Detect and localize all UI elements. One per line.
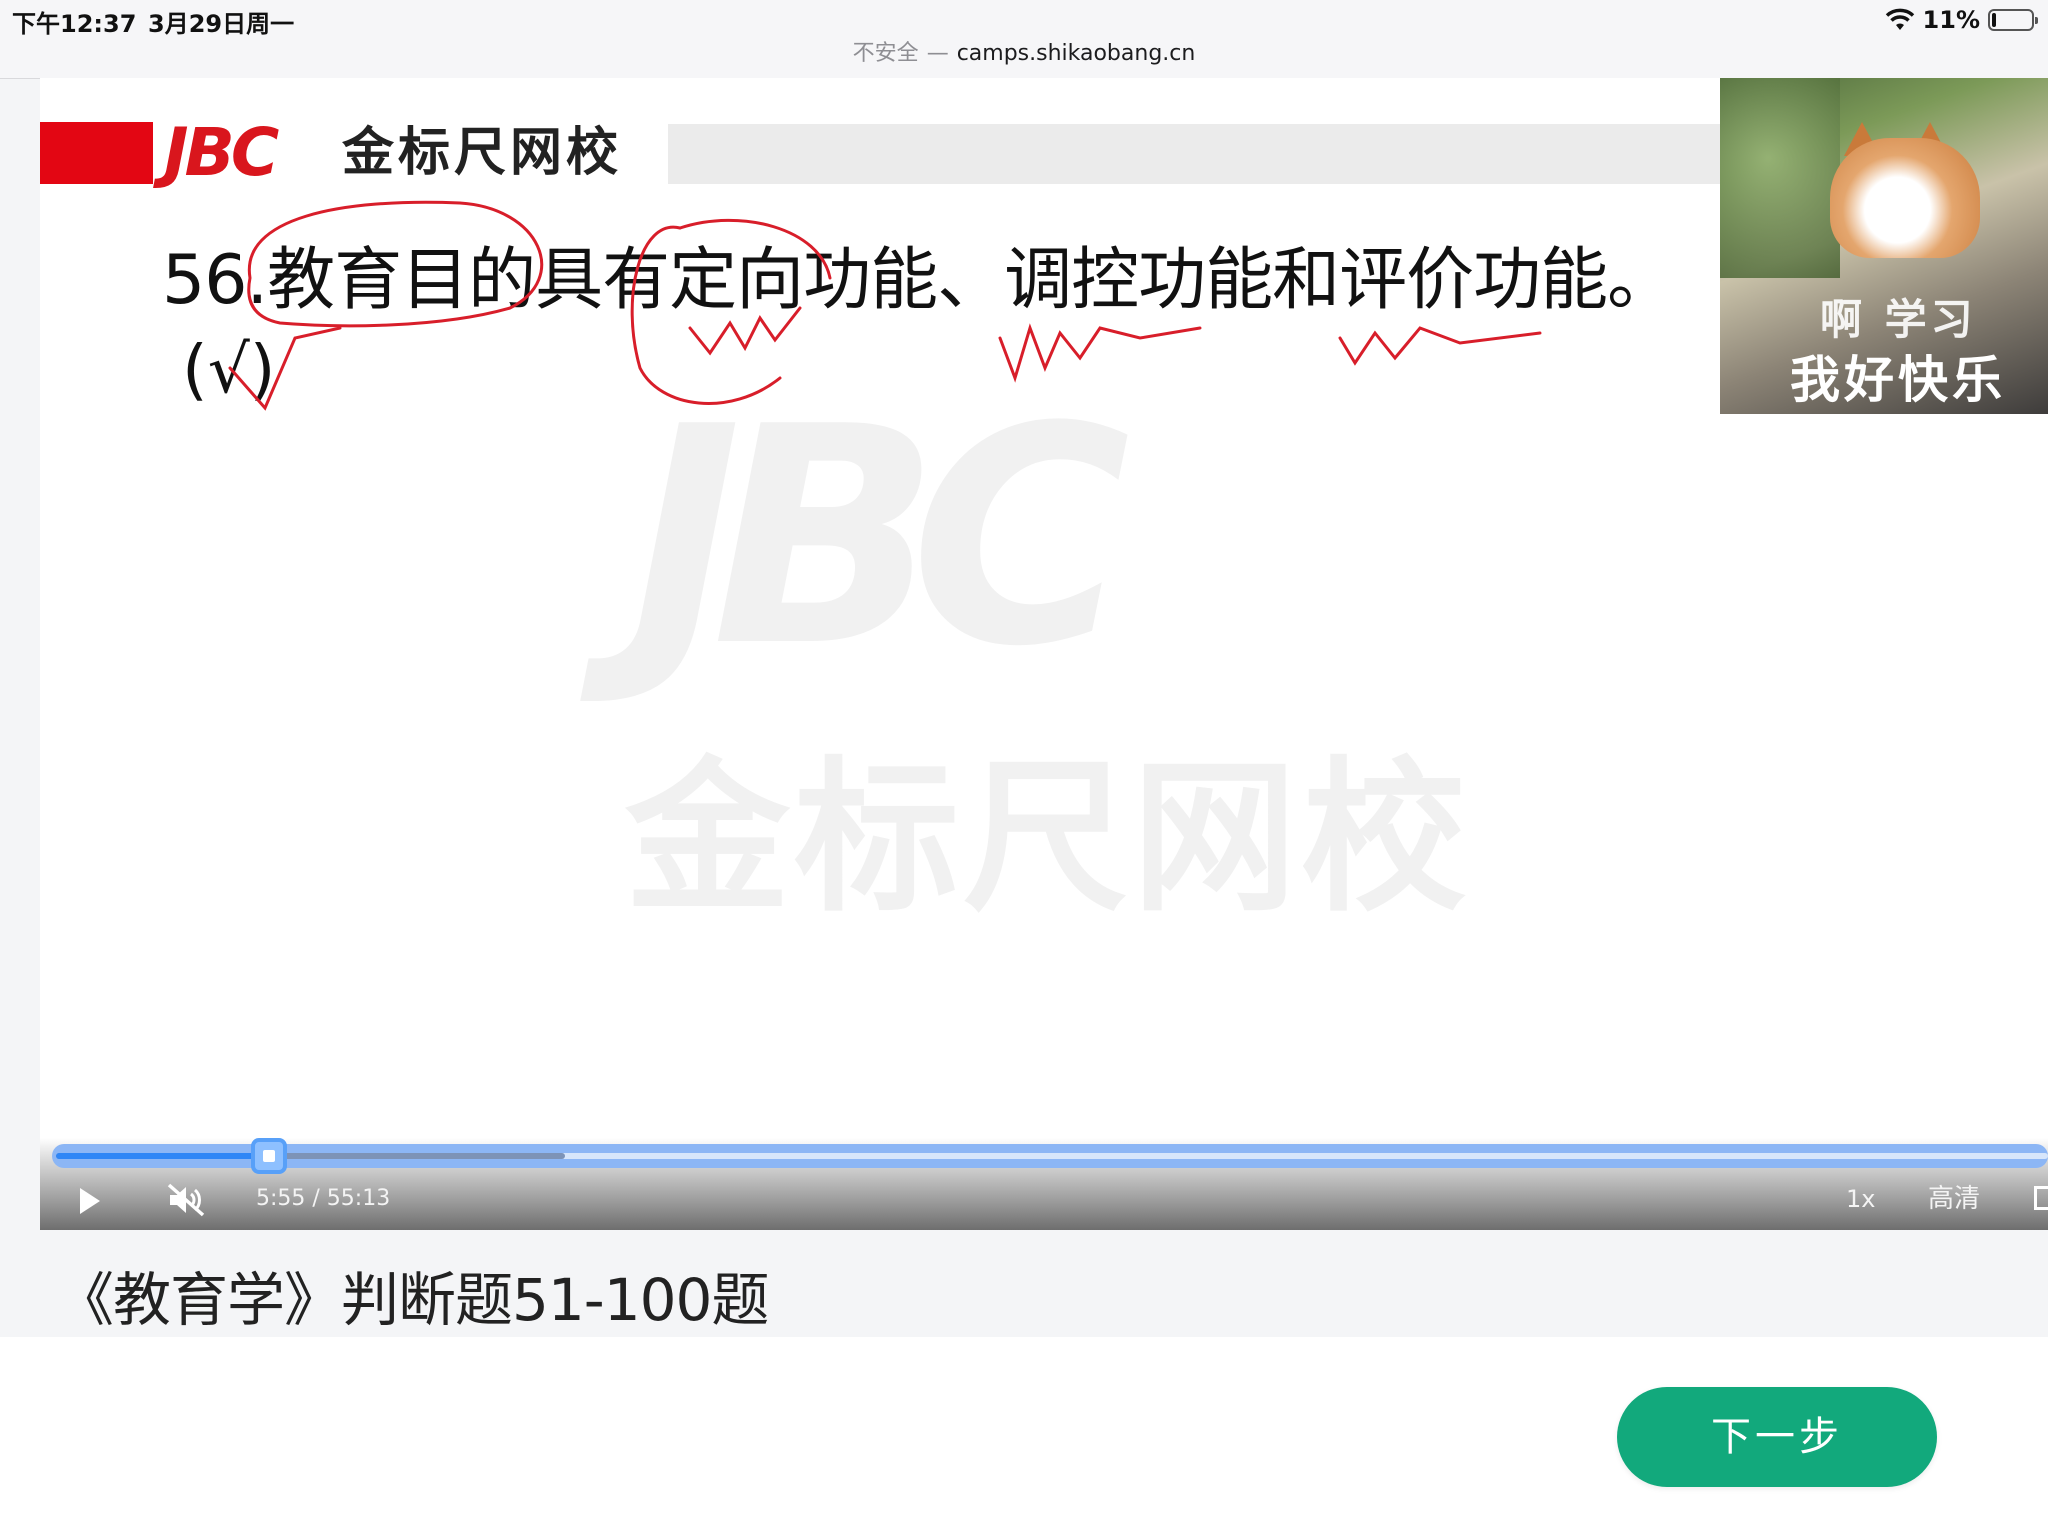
- time-display: 5:55 / 55:13: [256, 1186, 391, 1211]
- play-icon[interactable]: [80, 1188, 100, 1214]
- watermark-name: 金标尺网校: [625, 742, 1470, 934]
- battery-icon: [1988, 9, 2038, 31]
- status-date: 3月29日周一: [148, 10, 295, 38]
- insecure-label: 不安全: [852, 41, 919, 66]
- progress-played: [56, 1153, 269, 1159]
- handwritten-annotations: [228, 200, 1542, 411]
- address-bar[interactable]: 不安全 — camps.shikaobang.cn: [0, 38, 2048, 79]
- mute-icon[interactable]: [166, 1182, 206, 1218]
- pip-caption-top: 啊 学习: [1820, 295, 1977, 344]
- url-host: camps.shikaobang.cn: [956, 41, 1196, 66]
- fullscreen-icon[interactable]: [2034, 1186, 2048, 1210]
- progress-bar[interactable]: [52, 1138, 2048, 1174]
- cat-image: [1830, 138, 1980, 258]
- video-player[interactable]: JBC 金标尺网校 JBC 金标尺网校 56.教育目的具有定向功能、调控功能和评…: [40, 78, 2048, 1230]
- picture-in-picture-overlay: 啊 学习 我好快乐: [1720, 78, 2048, 414]
- course-title: 《教育学》判断题51-100题: [56, 1266, 769, 1334]
- status-time: 下午12:37: [12, 10, 137, 38]
- progress-thumb[interactable]: [250, 1138, 287, 1174]
- quality-button[interactable]: 高清: [1928, 1182, 1980, 1216]
- battery-level: [1992, 13, 1997, 27]
- next-step-button[interactable]: 下一步: [1617, 1387, 1937, 1487]
- battery-percent: 11%: [1922, 6, 1980, 34]
- url-separator: —: [926, 41, 949, 66]
- player-controls: 5:55 / 55:13 1x 高清: [40, 1138, 2048, 1230]
- status-indicators: 11%: [1885, 4, 2038, 36]
- speed-button[interactable]: 1x: [1846, 1182, 1875, 1216]
- pip-caption-bottom: 我好快乐: [1790, 351, 2006, 409]
- plant-leaves: [1720, 78, 1840, 278]
- wifi-icon: [1885, 8, 1914, 30]
